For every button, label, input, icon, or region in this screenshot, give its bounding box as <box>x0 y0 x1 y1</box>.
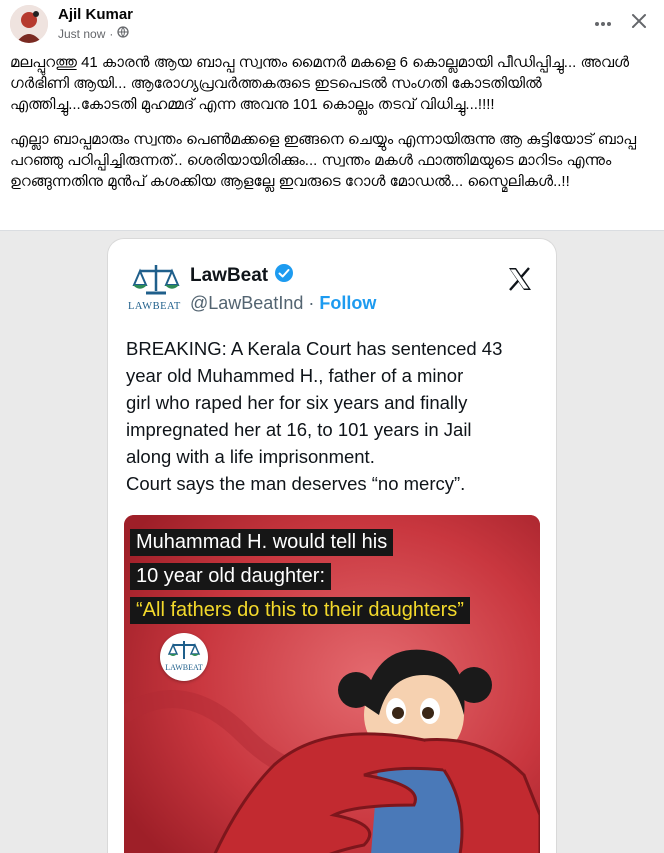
tweet-line: impregnated her at 16, to 101 years in J… <box>126 419 472 440</box>
post-meta: Just now · <box>58 26 130 41</box>
poster-logo-text: LAWBEAT <box>165 663 203 672</box>
scales-icon <box>167 641 201 659</box>
avatar-image <box>10 5 48 43</box>
post-paragraph-1: മലപ്പുറത്തു 41 കാരൻ ആയ ബാപ്പ സ്വന്തം മൈന… <box>10 54 630 113</box>
follow-button[interactable]: Follow <box>319 293 376 313</box>
poster-caption-line-2: 10 year old daughter: <box>130 563 332 590</box>
more-options-icon <box>594 14 612 32</box>
post-timestamp[interactable]: Just now <box>58 27 105 41</box>
author-name[interactable]: Ajil Kumar <box>58 6 133 23</box>
poster-lawbeat-logo: LAWBEAT <box>160 633 208 681</box>
close-button[interactable] <box>626 10 652 36</box>
facebook-post: Ajil Kumar Just now · മലപ്പുറത്തു 41 കാര… <box>0 0 664 853</box>
more-options-button[interactable] <box>590 10 616 36</box>
close-icon <box>631 13 647 34</box>
tweet-line: BREAKING: A Kerala Court has sentenced 4… <box>126 338 503 359</box>
embedded-tweet-card: LAWBEAT LawBeat @LawBeatInd · Follow BRE… <box>108 239 556 853</box>
avatar[interactable] <box>10 5 48 43</box>
x-logo-icon[interactable] <box>506 265 534 293</box>
tweet-poster-image[interactable]: Muhammad H. would tell his 10 year old d… <box>124 515 540 853</box>
tweet-text: BREAKING: A Kerala Court has sentenced 4… <box>126 335 540 497</box>
scales-icon <box>132 265 180 295</box>
globe-icon[interactable] <box>117 26 130 41</box>
poster-caption-line-1: Muhammad H. would tell his <box>130 529 394 556</box>
handle-separator: · <box>308 293 315 313</box>
dot-separator: · <box>109 26 114 41</box>
verified-badge-icon <box>274 263 294 289</box>
tweet-line: along with a life imprisonment. <box>126 446 375 467</box>
poster-caption-line-3: “All fathers do this to their daughters” <box>130 597 470 624</box>
post-header: Ajil Kumar Just now · <box>0 0 664 48</box>
tweet-handle[interactable]: @LawBeatInd <box>190 293 303 313</box>
tweet-line: girl who raped her for six years and fin… <box>126 392 468 413</box>
lawbeat-logo-text: LAWBEAT <box>128 301 181 312</box>
tweet-handle-row: @LawBeatInd · Follow <box>190 293 376 314</box>
post-paragraph-2: എല്ലാ ബാപ്പമാരും സ്വന്തം പെൺമക്കളെ ഇങ്ങന… <box>10 131 637 190</box>
lawbeat-logo[interactable]: LAWBEAT <box>126 261 186 317</box>
post-image[interactable]: LAWBEAT LawBeat @LawBeatInd · Follow BRE… <box>0 231 664 853</box>
tweet-account-name[interactable]: LawBeat <box>190 263 294 289</box>
account-name-text: LawBeat <box>190 265 269 286</box>
tweet-line: Court says the man deserves “no mercy”. <box>126 473 466 494</box>
post-body: മലപ്പുറത്തു 41 കാരൻ ആയ ബാപ്പ സ്വന്തം മൈന… <box>10 52 658 206</box>
tweet-header: LAWBEAT LawBeat @LawBeatInd · Follow <box>126 259 538 323</box>
tweet-line: year old Muhammed H., father of a minor <box>126 365 464 386</box>
